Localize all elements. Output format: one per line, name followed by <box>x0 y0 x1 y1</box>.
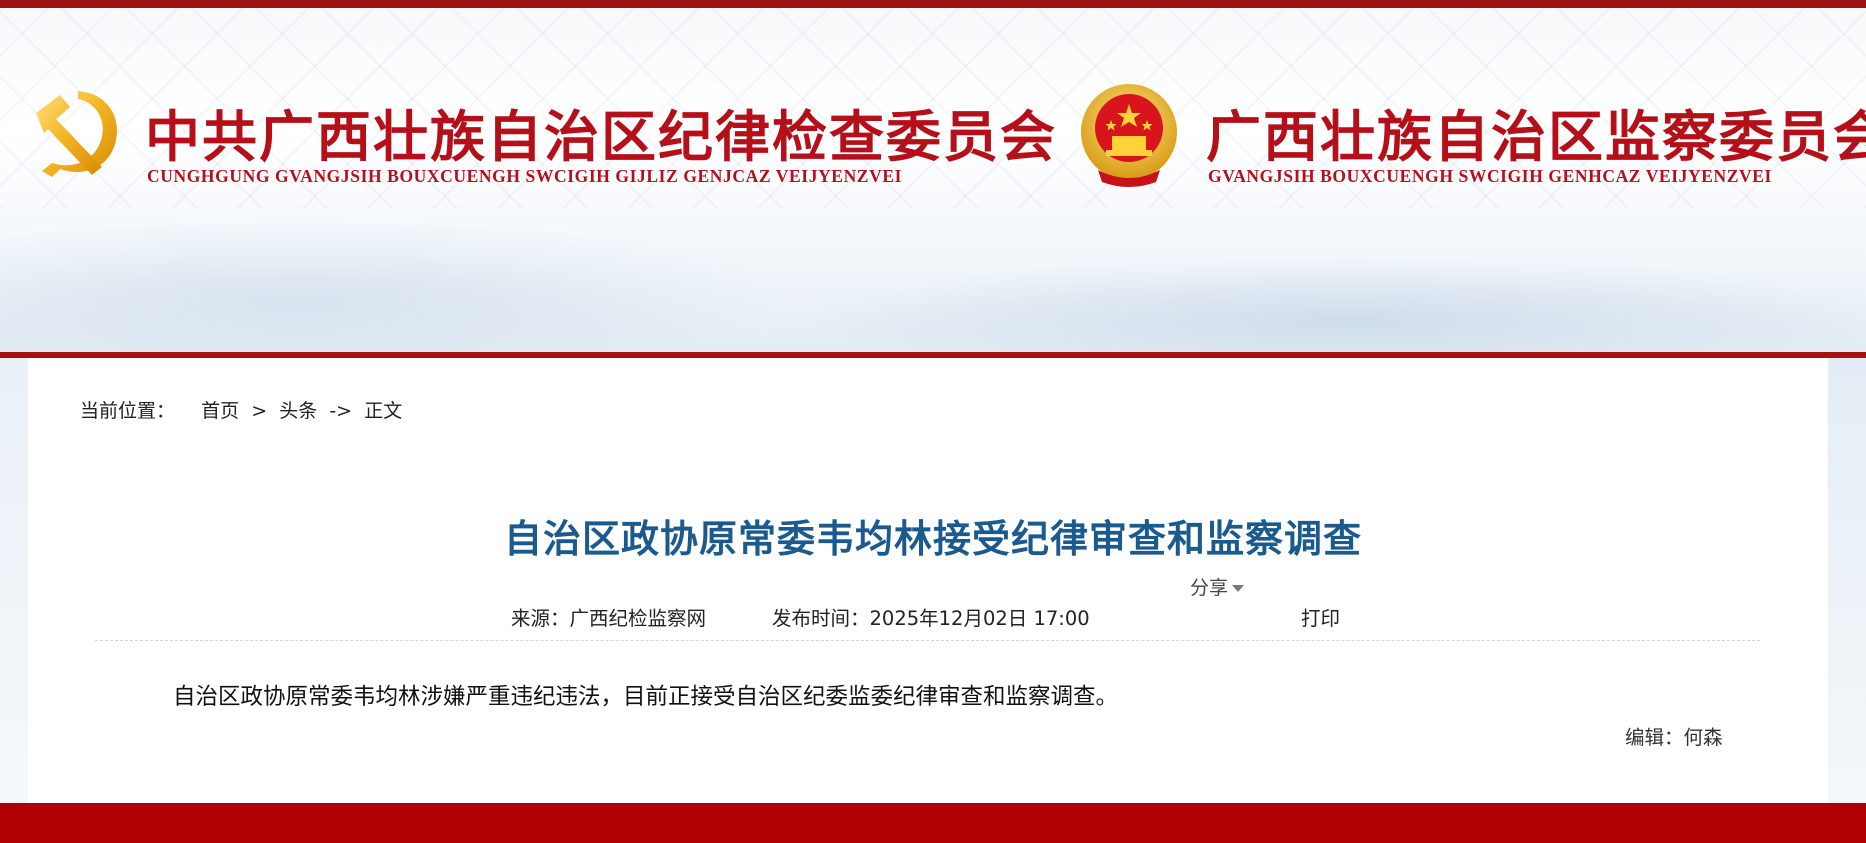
breadcrumb-current: 正文 <box>364 400 403 422</box>
page-footer-bar <box>0 803 1866 843</box>
article-title: 自治区政协原常委韦均林接受纪律审查和监察调查 <box>503 517 1362 561</box>
breadcrumb-label: 当前位置： <box>80 400 176 422</box>
print-button[interactable]: 打印 <box>1301 602 1340 631</box>
share-label: 分享 <box>1190 577 1229 599</box>
breadcrumb-separator: -> <box>323 400 359 422</box>
meta-divider <box>95 640 1760 641</box>
breadcrumb-separator: > <box>245 400 274 422</box>
article-editor: 编辑：何森 <box>1625 726 1723 749</box>
left-org-title-cn: 中共广西壮族自治区纪律检查委员会 <box>145 104 1058 169</box>
breadcrumb: 当前位置： 首页 > 头条 -> 正文 <box>80 396 402 423</box>
article-body: 自治区政协原常委韦均林涉嫌严重违纪违法，目前正接受自治区纪委监委纪律审查和监察调… <box>173 684 1119 710</box>
side-background-right <box>1828 358 1866 803</box>
share-button[interactable]: 分享 <box>1190 573 1245 600</box>
breadcrumb-home-link[interactable]: 首页 <box>201 400 239 422</box>
site-header-banner: 中共广西壮族自治区纪律检查委员会 CUNGHGUNG GVANGJSIH BOU… <box>0 0 1866 358</box>
national-emblem-icon <box>1078 82 1180 190</box>
side-background-left <box>0 358 28 803</box>
article-publish-time: 发布时间：2025年12月02日 17:00 <box>772 607 1090 630</box>
right-org-title-en: GVANGJSIH BOUXCUENGH SWCIGIH GENHCAZ VEI… <box>1208 166 1772 186</box>
party-emblem-icon <box>30 85 125 185</box>
left-org-title-en: CUNGHGUNG GVANGJSIH BOUXCUENGH SWCIGIH G… <box>147 166 903 186</box>
article-source: 来源：广西纪检监察网 <box>511 607 707 630</box>
header-top-bar <box>0 0 1866 8</box>
chevron-down-icon <box>1232 585 1245 592</box>
right-org-title-cn: 广西壮族自治区监察委员会 <box>1206 104 1866 169</box>
content-panel <box>28 358 1828 803</box>
breadcrumb-section-link[interactable]: 头条 <box>279 400 317 422</box>
